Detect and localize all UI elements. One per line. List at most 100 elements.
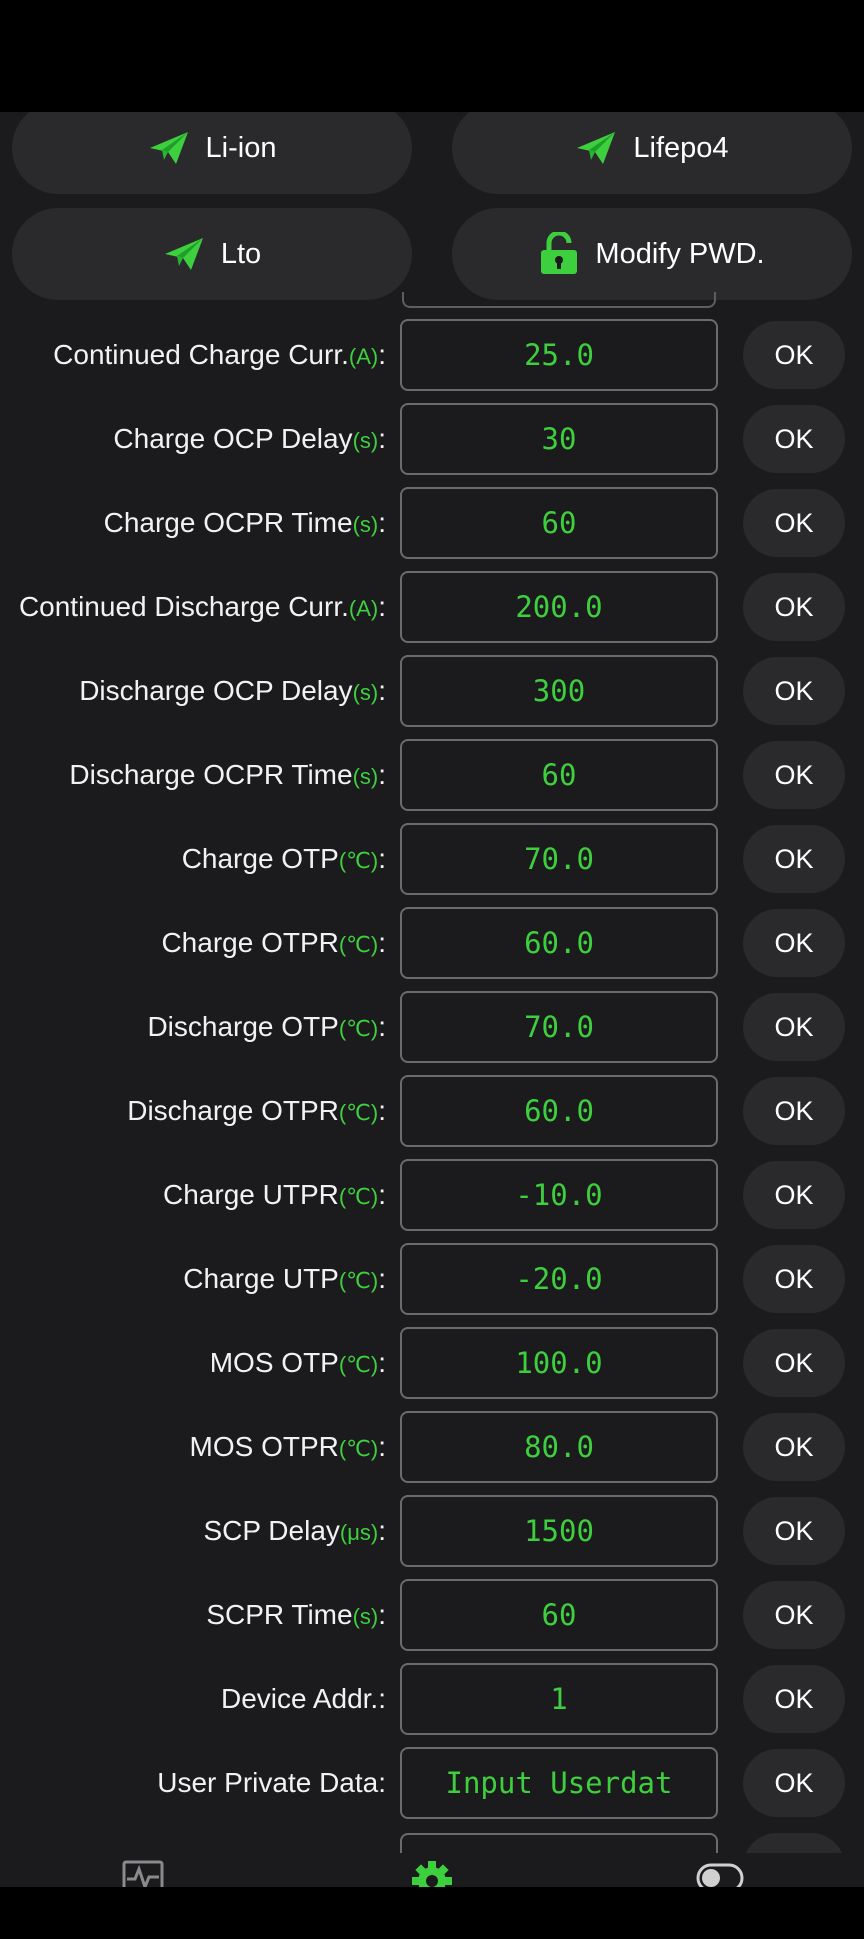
modify-password-button[interactable]: Modify PWD. — [452, 208, 852, 300]
ok-button[interactable]: OK — [743, 657, 845, 725]
parameter-name: User Private Data — [157, 1767, 379, 1798]
unlock-icon — [539, 232, 579, 276]
parameter-input[interactable]: 70.0 — [400, 823, 718, 895]
ok-button[interactable]: OK — [743, 1413, 845, 1481]
parameter-unit: (s) — [352, 764, 379, 789]
parameter-name: Charge UTPR — [163, 1179, 339, 1210]
ok-button[interactable]: OK — [743, 909, 845, 977]
toggle-icon[interactable] — [690, 1859, 750, 1887]
parameter-row: SCPR Time(s): 60 OK — [0, 1579, 864, 1651]
partial-input-field — [402, 292, 716, 308]
preset-lto-label: Lto — [220, 237, 262, 270]
parameter-label: Device Addr.: — [221, 1663, 386, 1735]
ok-button[interactable]: OK — [743, 825, 845, 893]
ok-button[interactable]: OK — [743, 321, 845, 389]
ok-button[interactable]: OK — [743, 1161, 845, 1229]
ok-button[interactable]: OK — [743, 1077, 845, 1145]
preset-lto-button[interactable]: Lto — [12, 208, 412, 300]
ok-button[interactable]: OK — [743, 1665, 845, 1733]
app-screen: Li-ion Lifepo4 Lto Modify PWD. Continued… — [0, 0, 864, 1939]
paper-plane-icon — [575, 130, 617, 166]
parameter-value: 60.0 — [524, 926, 594, 960]
parameter-input[interactable]: 1 — [400, 1663, 718, 1735]
ok-button[interactable]: OK — [743, 1749, 845, 1817]
preset-lifepo4-button[interactable]: Lifepo4 — [452, 112, 852, 194]
parameter-value: -20.0 — [515, 1262, 603, 1296]
preset-li-ion-button[interactable]: Li-ion — [12, 112, 412, 194]
parameter-label: MOS OTPR(℃): — [190, 1411, 386, 1483]
label-colon: : — [378, 1011, 386, 1042]
user-data-input[interactable] — [402, 1766, 716, 1800]
parameter-unit: (℃) — [338, 1436, 379, 1461]
partial-ok-button — [743, 1833, 845, 1853]
parameter-input[interactable]: 200.0 — [400, 571, 718, 643]
parameter-value: 200.0 — [515, 590, 603, 624]
ok-button[interactable]: OK — [743, 993, 845, 1061]
parameter-row: Discharge OCPR Time(s): 60 OK — [0, 739, 864, 811]
parameter-label: Continued Charge Curr.(A): — [53, 319, 386, 391]
parameter-value: 70.0 — [524, 1010, 594, 1044]
parameter-name: Charge OCP Delay — [113, 423, 353, 454]
parameter-input[interactable]: 60.0 — [400, 907, 718, 979]
label-colon: : — [378, 1095, 386, 1126]
parameter-row: SCP Delay(μs): 1500 OK — [0, 1495, 864, 1567]
parameter-label: SCPR Time(s): — [206, 1579, 386, 1651]
parameter-row: Charge UTPR(℃): -10.0 OK — [0, 1159, 864, 1231]
ok-button[interactable]: OK — [743, 573, 845, 641]
paper-plane-icon — [148, 130, 190, 166]
parameter-name: Continued Discharge Curr. — [18, 591, 349, 622]
parameter-input[interactable]: 30 — [400, 403, 718, 475]
parameter-name: Device Addr. — [221, 1683, 379, 1714]
parameter-unit: (℃) — [338, 932, 379, 957]
parameter-unit: (A) — [348, 596, 379, 621]
parameter-name: Continued Charge Curr. — [53, 339, 349, 370]
parameter-unit: (s) — [352, 512, 379, 537]
parameter-name: Discharge OTPR — [127, 1095, 339, 1126]
parameter-input[interactable]: 100.0 — [400, 1327, 718, 1399]
modify-password-label: Modify PWD. — [595, 237, 765, 270]
ok-button[interactable]: OK — [743, 489, 845, 557]
parameter-input[interactable]: 1500 — [400, 1495, 718, 1567]
parameter-input[interactable]: 60 — [400, 487, 718, 559]
ok-button[interactable]: OK — [743, 741, 845, 809]
ok-button[interactable]: OK — [743, 1329, 845, 1397]
parameter-value: 60.0 — [524, 1094, 594, 1128]
parameter-name: SCPR Time — [206, 1599, 353, 1630]
parameter-name: Charge UTP — [183, 1263, 339, 1294]
parameter-input[interactable]: 70.0 — [400, 991, 718, 1063]
settings-icon[interactable] — [402, 1859, 462, 1887]
parameter-input[interactable]: 60.0 — [400, 1075, 718, 1147]
parameter-name: MOS OTP — [209, 1347, 339, 1378]
parameter-row: Charge OCP Delay(s): 30 OK — [0, 403, 864, 475]
parameter-label: Charge UTP(℃): — [183, 1243, 386, 1315]
parameter-input[interactable]: 300 — [400, 655, 718, 727]
ok-button[interactable]: OK — [743, 1497, 845, 1565]
preset-li-ion-label: Li-ion — [205, 131, 277, 164]
parameter-unit: (℃) — [338, 1184, 379, 1209]
parameter-label: Charge OTPR(℃): — [161, 907, 386, 979]
parameter-value: 1500 — [524, 1514, 594, 1548]
parameter-unit: (℃) — [338, 1100, 379, 1125]
label-colon: : — [378, 591, 386, 622]
parameter-row: MOS OTP(℃): 100.0 OK — [0, 1327, 864, 1399]
parameter-name: SCP Delay — [203, 1515, 340, 1546]
parameter-input[interactable]: -20.0 — [400, 1243, 718, 1315]
monitor-icon[interactable] — [113, 1859, 173, 1887]
parameter-input[interactable] — [400, 1747, 718, 1819]
ok-button[interactable]: OK — [743, 405, 845, 473]
parameter-input[interactable]: 25.0 — [400, 319, 718, 391]
parameter-input[interactable]: 80.0 — [400, 1411, 718, 1483]
parameter-row: Discharge OTP(℃): 70.0 OK — [0, 991, 864, 1063]
parameter-input[interactable]: 60 — [400, 1579, 718, 1651]
label-colon: : — [378, 423, 386, 454]
parameter-label: MOS OTP(℃): — [210, 1327, 386, 1399]
label-colon: : — [378, 1263, 386, 1294]
parameter-name: Discharge OCPR Time — [69, 759, 353, 790]
ok-button[interactable]: OK — [743, 1581, 845, 1649]
parameter-label: Discharge OTP(℃): — [147, 991, 386, 1063]
parameter-name: MOS OTPR — [189, 1431, 339, 1462]
parameter-input[interactable]: 60 — [400, 739, 718, 811]
parameter-label: Charge OTP(℃): — [182, 823, 386, 895]
parameter-input[interactable]: -10.0 — [400, 1159, 718, 1231]
ok-button[interactable]: OK — [743, 1245, 845, 1313]
